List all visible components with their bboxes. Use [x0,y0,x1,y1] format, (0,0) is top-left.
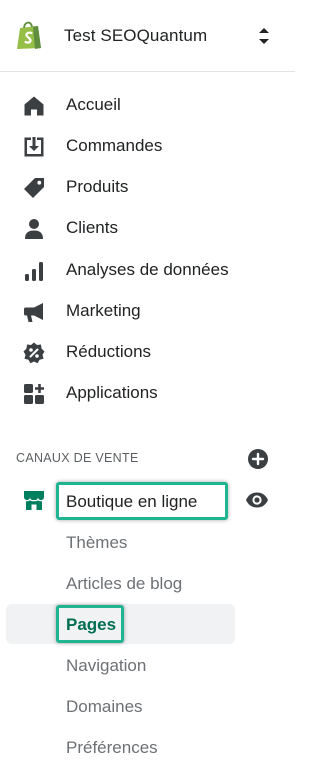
chevron-up-down-icon[interactable] [256,25,272,47]
nav-label: Accueil [66,95,121,114]
nav-item-reductions[interactable]: Réductions [0,332,295,373]
subnav-label: Domaines [66,697,143,716]
megaphone-icon [24,303,43,322]
subnav-item-pages[interactable]: Pages [56,605,124,643]
nav-item-accueil[interactable]: Accueil [0,85,295,126]
subnav-label: Navigation [66,656,147,675]
subnav-item-preferences[interactable]: Préférences [0,728,295,768]
subnav-item-articles-de-blog[interactable]: Articles de blog [0,564,295,604]
subnav-label: Articles de blog [66,574,183,593]
sales-channels-title: CANAUX DE VENTE [16,451,139,465]
apps-grid-icon [24,384,44,404]
nav-item-applications[interactable]: Applications [0,373,295,414]
tag-icon [24,178,44,198]
storefront-icon [24,491,44,510]
nav-label: Produits [66,177,129,196]
sidebar: Test SEOQuantum Accueil Commandes Produi… [0,0,295,781]
shopify-bag-icon [17,21,41,49]
nav-label: Marketing [66,301,141,320]
nav-item-analyses[interactable]: Analyses de données [0,250,295,291]
subnav-label: Thèmes [66,533,128,552]
orders-inbox-icon [24,137,44,157]
online-store-link[interactable]: Boutique en ligne [56,482,228,520]
bar-chart-icon [25,262,43,281]
home-icon [24,96,44,116]
subnav-label-active: Pages [66,615,117,634]
nav-label: Applications [66,383,158,402]
subnav-item-domaines[interactable]: Domaines [0,687,295,727]
nav-item-marketing[interactable]: Marketing [0,291,295,332]
nav-label: Analyses de données [66,260,229,279]
subnav-label: Préférences [66,738,158,757]
online-store-label: Boutique en ligne [66,492,198,511]
subnav-item-themes[interactable]: Thèmes [0,523,295,563]
eye-icon[interactable] [245,488,269,512]
store-header[interactable]: Test SEOQuantum [0,0,295,72]
discount-badge-icon [23,342,45,364]
subnav-item-navigation[interactable]: Navigation [0,646,295,686]
nav-label: Réductions [66,342,152,361]
store-name: Test SEOQuantum [64,26,208,45]
person-icon [25,219,43,239]
nav-item-clients[interactable]: Clients [0,208,295,249]
nav-label: Clients [66,218,118,237]
nav-item-produits[interactable]: Produits [0,167,295,208]
nav-label: Commandes [66,136,163,155]
plus-circle-icon[interactable] [247,448,269,470]
nav-item-commandes[interactable]: Commandes [0,126,295,167]
